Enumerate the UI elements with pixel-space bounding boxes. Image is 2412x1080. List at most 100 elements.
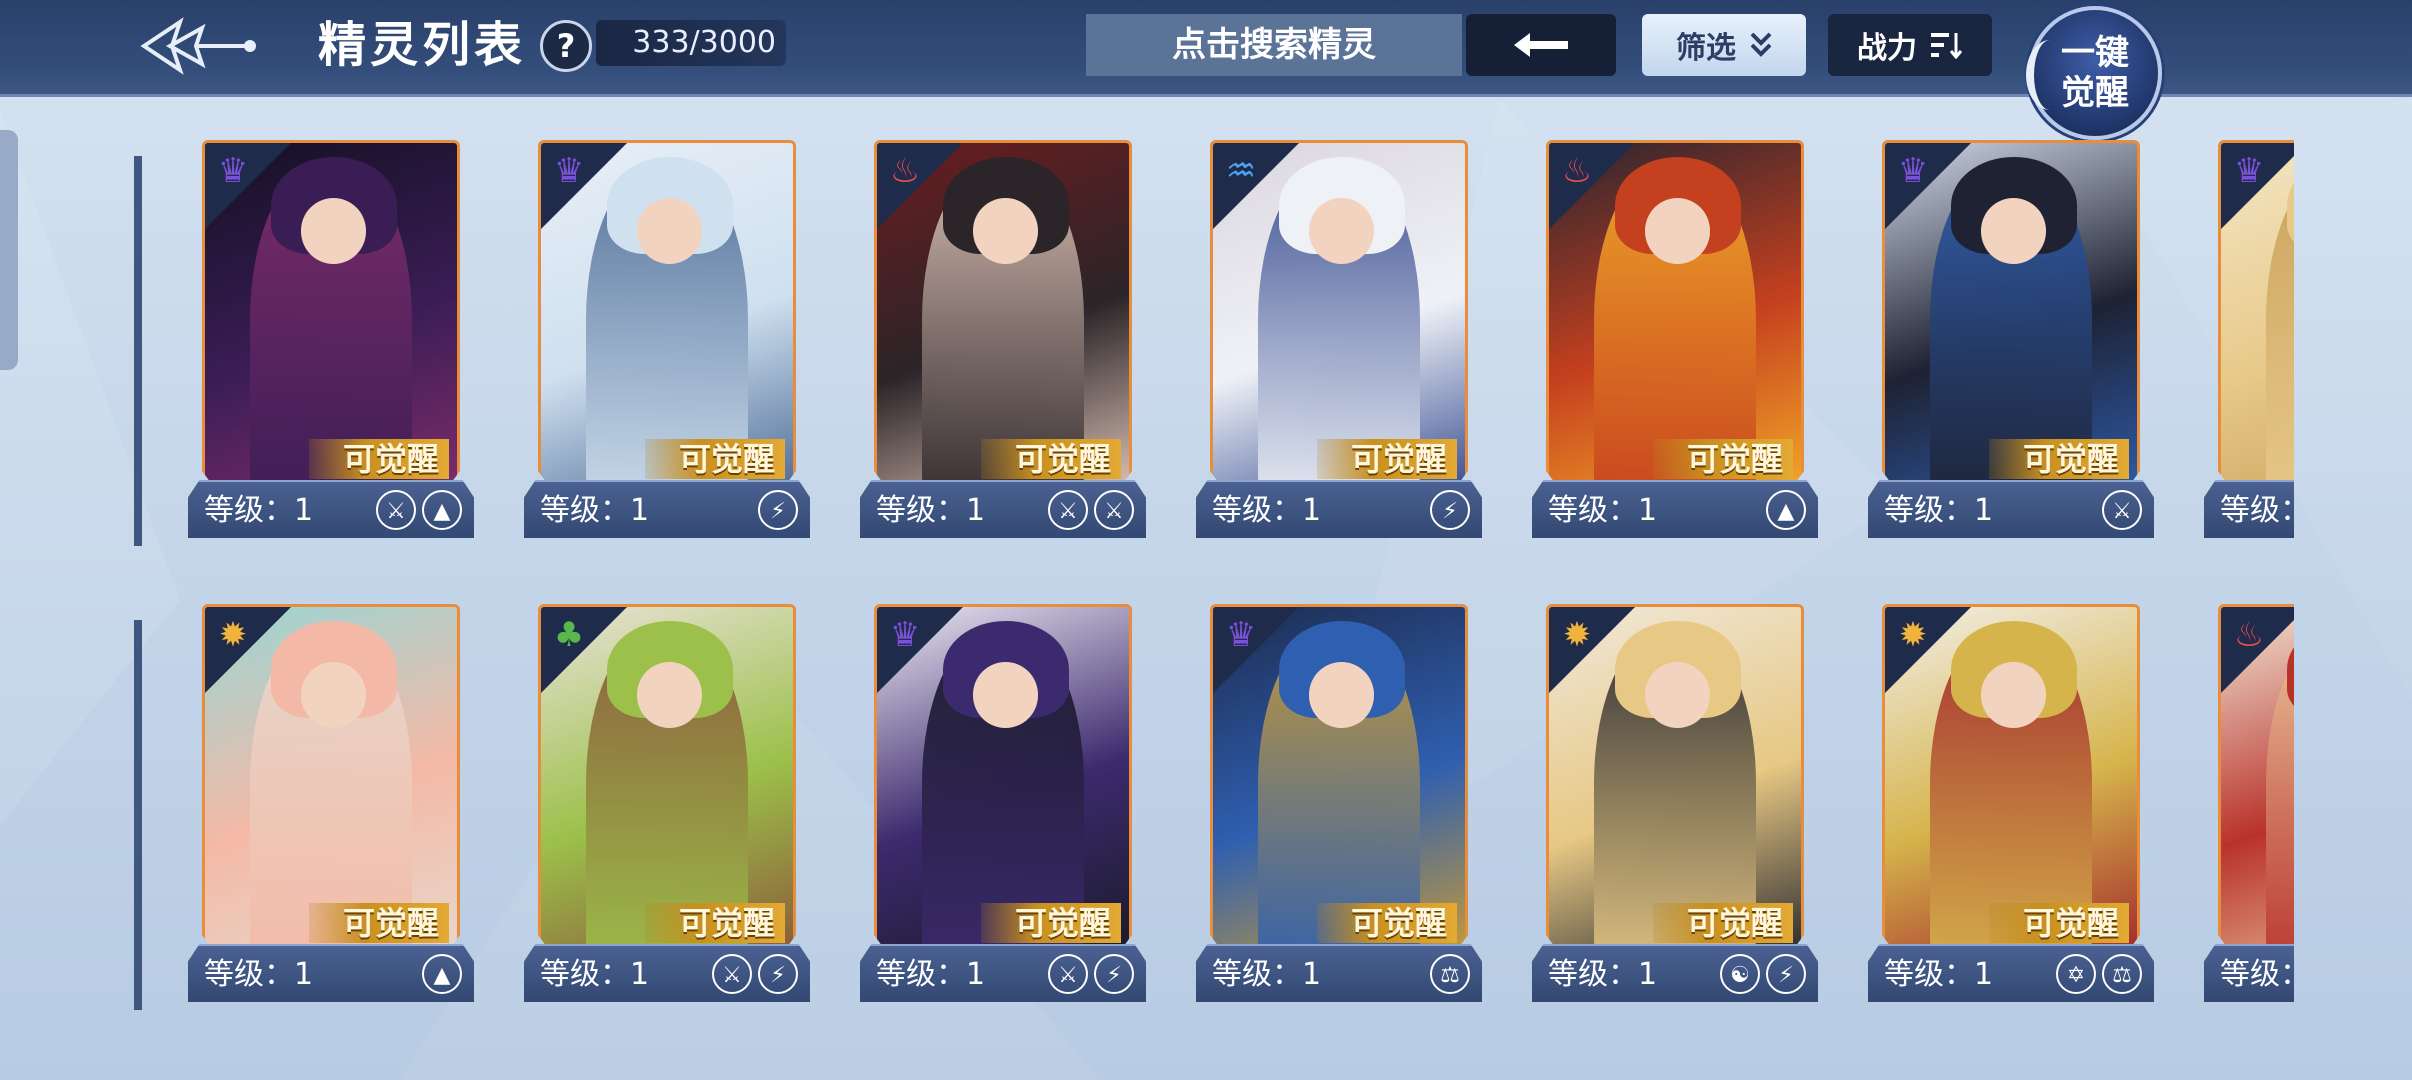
spirit-count: 333/3000 xyxy=(596,20,786,66)
awakenable-tag: 可觉醒 xyxy=(981,439,1121,479)
row-divider xyxy=(134,156,142,546)
level-label: 等级：1 xyxy=(876,493,986,528)
awakenable-tag: 可觉醒 xyxy=(1989,903,2129,943)
spirit-card[interactable]: ♒ 可觉醒 等级：1 ⚡ xyxy=(1196,140,1482,550)
skill-icons: ✡ ⚖ xyxy=(2056,954,2142,994)
light-element-icon: ✹ xyxy=(1562,615,1592,655)
row-divider xyxy=(134,620,142,1010)
skill-icon: ⚡ xyxy=(758,490,798,530)
dark-element-icon: ♛ xyxy=(553,151,585,191)
back-arrow-icon[interactable] xyxy=(140,14,260,78)
water-element-icon: ♒ xyxy=(1225,151,1257,191)
spirit-info-bar: 等级：1 ⚔ ▲ xyxy=(188,480,474,538)
spirit-card[interactable]: ✹ 可觉醒 等级：1 ▲ xyxy=(188,604,474,1014)
awakenable-tag: 可觉醒 xyxy=(309,439,449,479)
skill-icons: ⚔ ⚡ xyxy=(712,954,798,994)
dark-element-icon: ♛ xyxy=(217,151,249,191)
skill-icon: ▲ xyxy=(1766,490,1806,530)
skill-icon: ⚔ xyxy=(1048,954,1088,994)
dark-element-icon: ♛ xyxy=(1897,151,1929,191)
spirit-info-bar: 等级：1 ▲ xyxy=(1532,480,1818,538)
awakenable-tag: 可觉醒 xyxy=(309,903,449,943)
dark-element-icon: ♛ xyxy=(2233,151,2265,191)
spirit-portrait: ♛ xyxy=(2218,140,2294,492)
side-drawer-tab[interactable] xyxy=(0,130,18,370)
spirit-card[interactable]: ♛ 可觉醒 等级：1 ⚔ xyxy=(1868,140,2154,550)
spirit-card[interactable]: ✹ 可觉醒 等级：1 ☯ ⚡ xyxy=(1532,604,1818,1014)
spirit-portrait: ♛ 可觉醒 xyxy=(538,140,796,492)
awakenable-tag: 可觉醒 xyxy=(645,439,785,479)
spirit-info-bar: 等级：1 ☯ ⚡ xyxy=(1532,944,1818,1002)
top-bar: 精灵列表 ? 333/3000 点击搜索精灵 筛选 战力 一键 觉醒 xyxy=(0,0,2412,140)
spirit-portrait: ♣ 可觉醒 xyxy=(538,604,796,956)
skill-icon: ⚡ xyxy=(1430,490,1470,530)
spirit-info-bar: 等级：1 ▲ xyxy=(188,944,474,1002)
spirit-card[interactable]: ♣ 可觉醒 等级：1 ⚔ ⚡ xyxy=(524,604,810,1014)
skill-icons: ▲ xyxy=(422,954,462,994)
skill-icons: ⚡ xyxy=(758,490,798,530)
spirit-info-bar: 等级：1 ⚡ xyxy=(524,480,810,538)
skill-icon: ⚖ xyxy=(1430,954,1470,994)
spirit-portrait: ♛ 可觉醒 xyxy=(202,140,460,492)
skill-icons: ⚖ xyxy=(1430,954,1470,994)
spirit-info-bar: 等级：1 ⚔ ⚡ xyxy=(860,944,1146,1002)
sort-power-button[interactable]: 战力 xyxy=(1828,14,1992,76)
light-element-icon: ✹ xyxy=(1898,615,1928,655)
level-label: 等级：1 xyxy=(540,493,650,528)
level-label: 等级：1 xyxy=(1212,493,1322,528)
level-label: 等级：1 xyxy=(204,493,314,528)
skill-icon: ⚡ xyxy=(1094,954,1134,994)
page-title: 精灵列表 xyxy=(318,17,527,73)
skill-icons: ▲ xyxy=(1766,490,1806,530)
spirit-card[interactable]: ♨ 可觉醒 等级：1 ▲ xyxy=(1532,140,1818,550)
awakenable-tag: 可觉醒 xyxy=(645,903,785,943)
spirit-card[interactable]: ♛ 可觉醒 等级：1 ⚔ ⚡ xyxy=(860,604,1146,1014)
skill-icon: ⚔ xyxy=(1048,490,1088,530)
level-label: 等级：1 xyxy=(1884,493,1994,528)
skill-icon: ⚔ xyxy=(712,954,752,994)
spirit-portrait: ♛ 可觉醒 xyxy=(874,604,1132,956)
spirit-card[interactable]: ♛ 等级：1 xyxy=(2204,140,2294,550)
skill-icon: ⚡ xyxy=(1766,954,1806,994)
level-label: 等级：1 xyxy=(204,957,314,992)
spirit-info-bar: 等级：1 ⚖ xyxy=(1196,944,1482,1002)
skill-icon: ⚔ xyxy=(1094,490,1134,530)
dark-element-icon: ♛ xyxy=(1225,615,1257,655)
spirit-card[interactable]: ♛ 可觉醒 等级：1 ⚖ xyxy=(1196,604,1482,1014)
spirit-portrait: ♛ 可觉醒 xyxy=(1210,604,1468,956)
level-label: 等级：1 xyxy=(1548,957,1658,992)
spirit-info-bar: 等级：1 ✡ ⚖ xyxy=(1868,944,2154,1002)
level-label: 等级：1 xyxy=(876,957,986,992)
help-button[interactable]: ? xyxy=(540,20,592,72)
level-label: 等级：1 xyxy=(1212,957,1322,992)
filter-button[interactable]: 筛选 xyxy=(1642,14,1806,76)
spirit-card[interactable]: ♛ 可觉醒 等级：1 ⚡ xyxy=(524,140,810,550)
awakenable-tag: 可觉醒 xyxy=(1317,903,1457,943)
skill-icon: ☯ xyxy=(1720,954,1760,994)
spirit-card[interactable]: ✹ 可觉醒 等级：1 ✡ ⚖ xyxy=(1868,604,2154,1014)
level-label: 等级：1 xyxy=(1884,957,1994,992)
spirit-info-bar: 等级：1 ⚡ xyxy=(1196,480,1482,538)
spirit-card[interactable]: ♛ 可觉醒 等级：1 ⚔ ▲ xyxy=(188,140,474,550)
spirit-portrait: ♨ xyxy=(2218,604,2294,956)
skill-icons: ⚔ xyxy=(2102,490,2142,530)
spirit-portrait: ✹ 可觉醒 xyxy=(202,604,460,956)
skill-icon: ▲ xyxy=(422,954,462,994)
awakenable-tag: 可觉醒 xyxy=(1989,439,2129,479)
spirit-info-bar: 等级：1 xyxy=(2204,480,2294,538)
sort-descending-icon xyxy=(1931,33,1963,59)
skill-icon: ⚔ xyxy=(376,490,416,530)
spirit-portrait: ✹ 可觉醒 xyxy=(1546,604,1804,956)
awakenable-tag: 可觉醒 xyxy=(1653,439,1793,479)
spirit-card[interactable]: ♨ 等级：1 xyxy=(2204,604,2294,1014)
left-arrow-icon xyxy=(1514,33,1568,57)
fire-element-icon: ♨ xyxy=(2233,615,2265,655)
search-back-button[interactable] xyxy=(1466,14,1616,76)
spirit-card[interactable]: ♨ 可觉醒 等级：1 ⚔ ⚔ xyxy=(860,140,1146,550)
awaken-all-button[interactable]: 一键 觉醒 xyxy=(2026,6,2162,140)
awakenable-tag: 可觉醒 xyxy=(981,903,1121,943)
moon-icon xyxy=(2026,40,2074,110)
search-input[interactable]: 点击搜索精灵 xyxy=(1086,14,1462,76)
skill-icon: ✡ xyxy=(2056,954,2096,994)
awakenable-tag: 可觉醒 xyxy=(1317,439,1457,479)
